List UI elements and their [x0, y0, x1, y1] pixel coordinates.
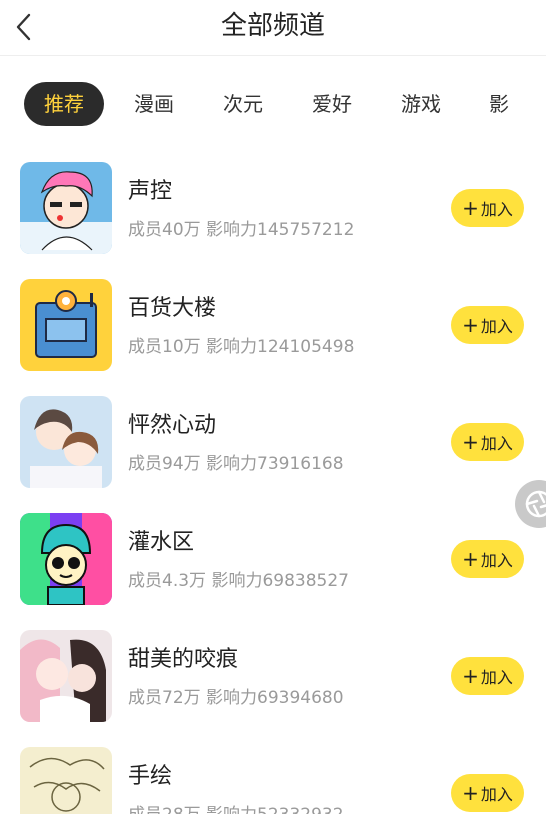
page-title: 全部频道 — [220, 11, 325, 41]
channel-item[interactable]: 百货大楼 成员10万 影响力124105498 + 加入 — [0, 267, 546, 384]
join-label: 加入 — [480, 668, 513, 687]
join-label: 加入 — [480, 317, 513, 336]
tab-hobby[interactable]: 爱好 — [306, 82, 358, 126]
channel-thumbnail — [20, 162, 112, 254]
join-label: 加入 — [480, 551, 513, 570]
couple-illustration-image — [20, 396, 112, 488]
plus-icon: + — [462, 313, 479, 337]
channel-stats: 成员40万 影响力145757212 — [128, 220, 355, 240]
channel-stats: 成员28万 影响力52332932 — [128, 803, 344, 814]
channel-thumbnail — [20, 630, 112, 722]
tab-comics[interactable]: 漫画 — [128, 82, 180, 126]
join-label: 加入 — [480, 200, 513, 219]
aperture-icon — [525, 490, 546, 518]
channel-thumbnail — [20, 396, 112, 488]
channel-stats: 成员72万 影响力69394680 — [128, 688, 344, 708]
voice-avatar-image — [20, 162, 112, 254]
plus-icon: + — [462, 196, 479, 220]
channel-name: 声控 — [128, 179, 173, 204]
tab-dimension[interactable]: 次元 — [217, 82, 269, 126]
channel-name: 灌水区 — [128, 530, 195, 555]
join-button[interactable]: + 加入 — [451, 189, 524, 227]
top-bar: 全部频道 — [0, 0, 546, 56]
join-label: 加入 — [480, 785, 513, 804]
sketch-illustration-image — [20, 747, 112, 814]
channel-item[interactable]: 手绘 成员28万 影响力52332932 + 加入 — [0, 735, 546, 814]
channel-name: 手绘 — [128, 764, 173, 789]
plus-icon: + — [462, 664, 479, 688]
channel-item[interactable]: 怦然心动 成员94万 影响力73916168 + 加入 — [0, 384, 546, 501]
join-button[interactable]: + 加入 — [451, 540, 524, 578]
romance-illustration-image — [20, 630, 112, 722]
channel-thumbnail — [20, 747, 112, 814]
channel-name: 百货大楼 — [128, 296, 217, 321]
channel-item[interactable]: 声控 成员40万 影响力145757212 + 加入 — [0, 150, 546, 267]
join-label: 加入 — [480, 434, 513, 453]
plus-icon: + — [462, 430, 479, 454]
channel-thumbnail — [20, 279, 112, 371]
join-button[interactable]: + 加入 — [451, 306, 524, 344]
channel-stats: 成员4.3万 影响力69838527 — [128, 571, 349, 591]
tab-film[interactable]: 影 — [486, 82, 512, 126]
channel-stats: 成员10万 影响力124105498 — [128, 337, 355, 357]
channel-stats: 成员94万 影响力73916168 — [128, 454, 344, 474]
sunglasses-character-image — [20, 513, 112, 605]
tab-games[interactable]: 游戏 — [395, 82, 447, 126]
channel-item[interactable]: 灌水区 成员4.3万 影响力69838527 + 加入 — [0, 501, 546, 618]
plus-icon: + — [462, 547, 479, 571]
plus-icon: + — [462, 781, 479, 805]
channel-name: 怦然心动 — [128, 413, 217, 438]
join-button[interactable]: + 加入 — [451, 774, 524, 812]
join-button[interactable]: + 加入 — [451, 657, 524, 695]
channel-name: 甜美的咬痕 — [128, 647, 239, 672]
category-tabs: 推荐 漫画 次元 爱好 游戏 影 — [0, 78, 546, 130]
channel-thumbnail — [20, 513, 112, 605]
channel-item[interactable]: 甜美的咬痕 成员72万 影响力69394680 + 加入 — [0, 618, 546, 735]
join-button[interactable]: + 加入 — [451, 423, 524, 461]
tab-recommend[interactable]: 推荐 — [24, 82, 104, 126]
store-building-image — [20, 279, 112, 371]
